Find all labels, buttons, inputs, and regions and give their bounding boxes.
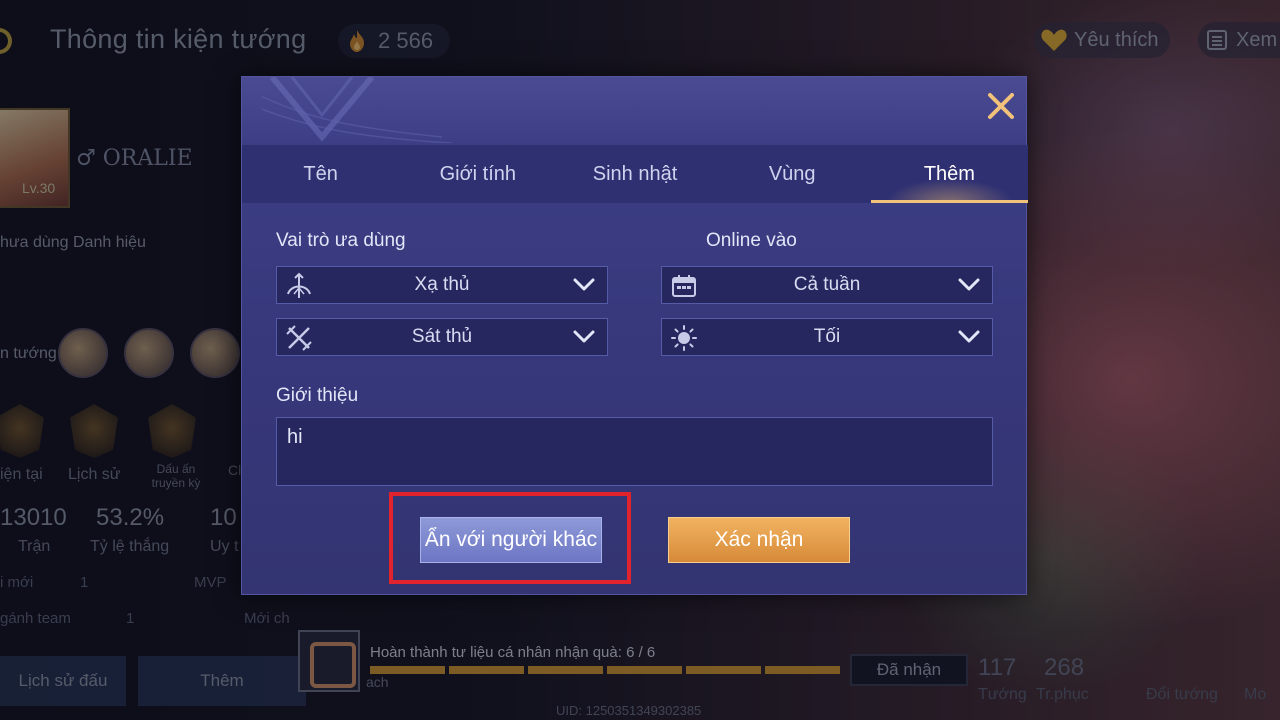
role-primary-select[interactable]: Xạ thủ xyxy=(276,266,608,304)
online-days-value: Cả tuần xyxy=(793,274,861,295)
tab-birthday[interactable]: Sinh nhật xyxy=(556,145,713,203)
tab-label: Giới tính xyxy=(439,162,517,185)
logo-watermark-icon xyxy=(262,77,453,143)
tab-gender[interactable]: Giới tính xyxy=(399,145,556,203)
tab-region[interactable]: Vùng xyxy=(714,145,871,203)
role-primary-value: Xạ thủ xyxy=(414,274,470,295)
sun-icon xyxy=(671,325,697,351)
dialog-tabs: Tên Giới tính Sinh nhật Vùng Thêm xyxy=(242,145,1029,203)
role-secondary-select[interactable]: Sát thủ xyxy=(276,318,608,356)
confirm-button[interactable]: Xác nhận xyxy=(668,517,850,563)
tab-name[interactable]: Tên xyxy=(242,145,399,203)
bio-label: Giới thiệu xyxy=(276,385,359,406)
chevron-down-icon xyxy=(958,278,980,291)
online-days-select[interactable]: Cả tuần xyxy=(661,266,993,304)
online-time-value: Tối xyxy=(813,326,841,347)
online-label: Online vào xyxy=(706,230,797,251)
tab-label: Thêm xyxy=(923,162,975,185)
tab-label: Sinh nhật xyxy=(592,162,678,185)
chevron-down-icon xyxy=(958,330,980,343)
highlight-annotation xyxy=(389,492,631,584)
tab-more[interactable]: Thêm xyxy=(870,145,1029,203)
chevron-down-icon xyxy=(573,330,595,343)
close-icon xyxy=(988,93,1014,119)
assassin-icon xyxy=(286,325,312,351)
close-button[interactable] xyxy=(966,91,1014,131)
bio-textarea[interactable]: hi xyxy=(276,417,993,486)
dialog-header xyxy=(242,77,1026,143)
archer-icon xyxy=(287,272,311,298)
tab-label: Vùng xyxy=(768,162,816,185)
tab-label: Tên xyxy=(303,162,338,185)
online-time-select[interactable]: Tối xyxy=(661,318,993,356)
confirm-button-label: Xác nhận xyxy=(714,528,804,551)
chevron-down-icon xyxy=(573,278,595,291)
profile-edit-dialog: Tên Giới tính Sinh nhật Vùng Thêm Vai tr… xyxy=(241,76,1029,595)
role-secondary-value: Sát thủ xyxy=(411,326,473,347)
calendar-icon xyxy=(672,275,696,297)
role-label: Vai trò ưa dùng xyxy=(276,230,406,251)
